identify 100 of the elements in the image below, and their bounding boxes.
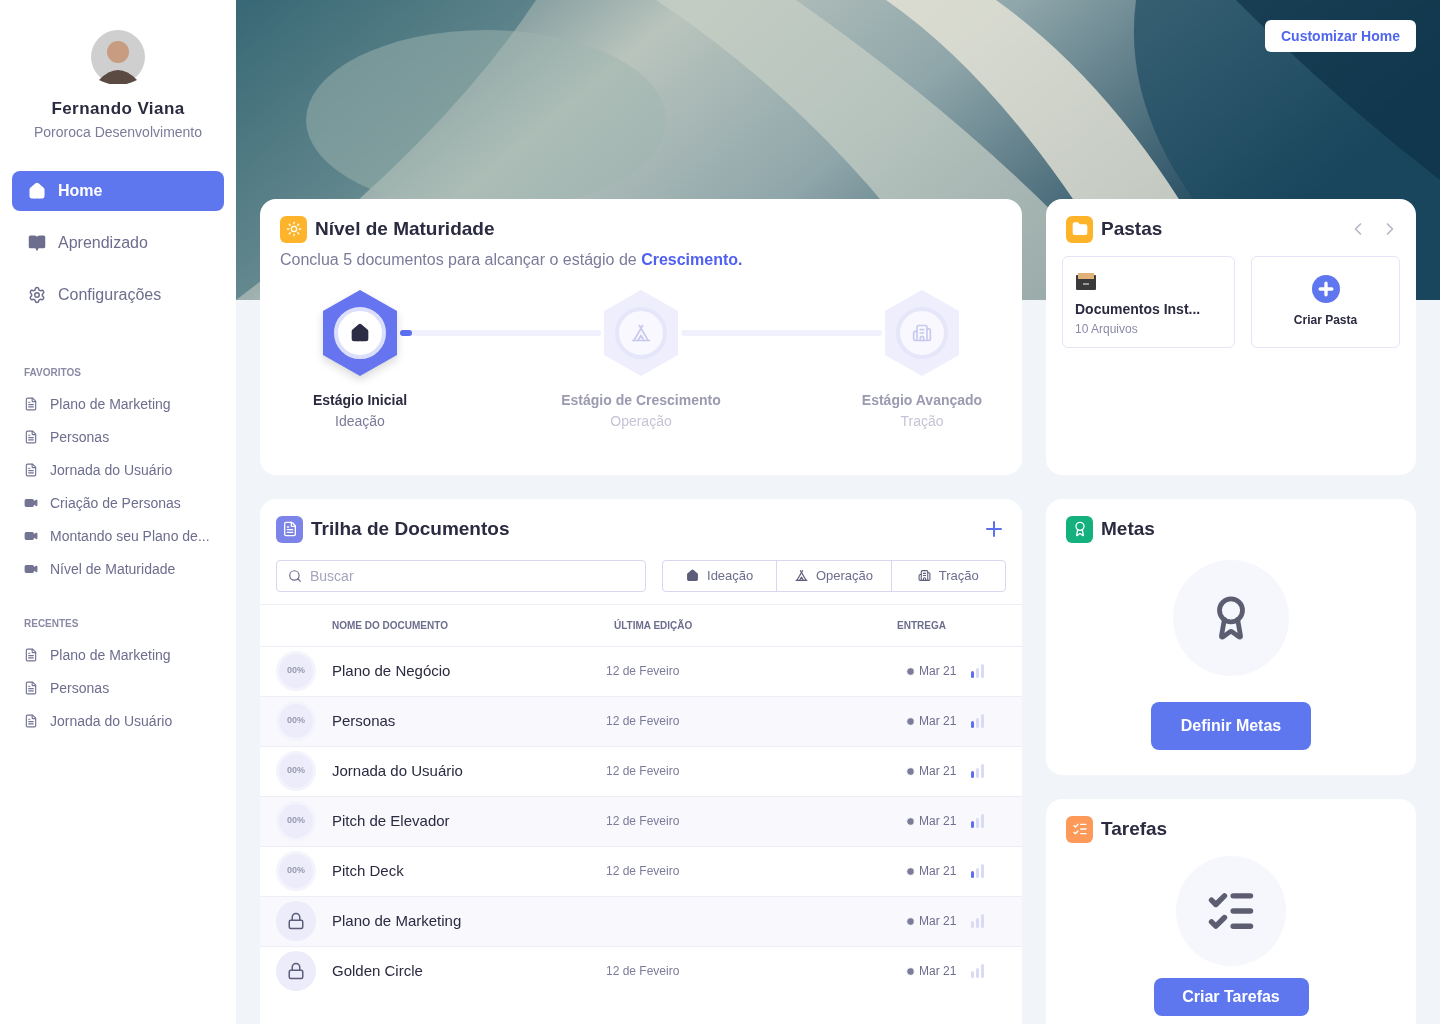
lock-icon	[276, 901, 316, 941]
document-row[interactable]: 00% Personas 12 de Feveiro Mar 21	[260, 695, 1022, 746]
home-icon	[28, 181, 46, 200]
search-field[interactable]: Buscar	[276, 559, 646, 592]
due-date: Mar 21	[919, 963, 958, 980]
file-cabinet-icon	[1075, 272, 1097, 291]
document-icon	[24, 714, 38, 728]
document-icon	[24, 430, 38, 444]
customize-button[interactable]: Customizar Home	[1264, 20, 1416, 52]
stage-title: Estágio de Crescimento	[561, 390, 721, 410]
building-icon	[917, 569, 931, 582]
signal-bars-icon	[971, 664, 985, 678]
document-icon	[24, 648, 38, 662]
nav-item[interactable]: Aprendizado	[12, 222, 224, 263]
folder-name: Documentos Inst...	[1075, 299, 1202, 319]
card-title: Nível de Maturidade	[315, 217, 495, 241]
edited-date: 12 de Feveiro	[606, 763, 681, 780]
filter-button[interactable]: Tração	[890, 560, 1005, 591]
stage-subtitle: Tração	[900, 411, 944, 431]
signal-bars-icon	[971, 964, 985, 978]
sidebar-link[interactable]: Personas	[12, 671, 224, 705]
document-name: Pitch Deck	[332, 860, 405, 881]
sidebar-link[interactable]: Personas	[12, 420, 224, 454]
document-name: Jornada do Usuário	[332, 760, 464, 781]
nav-item[interactable]: Home	[12, 170, 224, 211]
sidebar-link[interactable]: Plano de Marketing	[12, 387, 224, 421]
video-icon	[24, 529, 38, 543]
progress-ring: 00%	[276, 651, 316, 691]
tent-icon	[794, 569, 808, 582]
file-count: 10 Arquivos	[1075, 320, 1139, 338]
document-name: Plano de Marketing	[332, 910, 463, 931]
section-heading: FAVORITOS	[23, 365, 82, 380]
profile-name: Fernando Viana	[51, 98, 185, 120]
column-header: ÚLTIMA EDIÇÃO	[614, 618, 694, 633]
document-name: Pitch de Elevador	[332, 810, 451, 831]
sidebar-link[interactable]: Jornada do Usuário	[12, 704, 224, 738]
signal-bars-icon	[971, 914, 985, 928]
search-icon	[288, 568, 302, 583]
home-icon	[686, 569, 700, 582]
nav-item[interactable]: Configurações	[12, 274, 224, 315]
sidebar-link[interactable]: Criação de Personas	[12, 486, 224, 520]
stage-title: Estágio Inicial	[312, 390, 408, 410]
sun-icon	[280, 215, 307, 243]
document-row[interactable]: 00% Pitch de Elevador 12 de Feveiro Mar 21	[260, 795, 1022, 846]
building-icon	[912, 322, 932, 343]
due-date: Mar 21	[919, 863, 958, 880]
progress-ring: 00%	[276, 851, 316, 891]
folder-icon	[1066, 215, 1093, 243]
edited-date: 12 de Feveiro	[606, 813, 681, 830]
create-tasks-button[interactable]: Criar Tarefas	[1153, 977, 1309, 1016]
filter-button[interactable]: Operação	[776, 560, 891, 591]
card-title: Tarefas	[1101, 817, 1168, 841]
document-name: Plano de Negócio	[332, 660, 452, 681]
stage-subtitle: Operação	[610, 411, 672, 431]
progress-ring: 00%	[276, 701, 316, 741]
document-icon	[24, 681, 38, 695]
filter-button[interactable]: Ideação	[663, 560, 777, 591]
plus-icon	[1311, 274, 1340, 303]
document-row[interactable]: Plano de Marketing Mar 21	[260, 895, 1022, 946]
document-name: Golden Circle	[332, 960, 424, 981]
edited-date: 12 de Feveiro	[606, 713, 681, 730]
document-name: Personas	[332, 710, 397, 731]
create-folder-button[interactable]: Criar Pasta	[1251, 255, 1400, 348]
profile-company: Pororoca Desenvolvimento	[33, 122, 203, 142]
due-date: Mar 21	[919, 913, 958, 930]
column-header: NOME DO DOCUMENTO	[332, 618, 449, 633]
sidebar-link[interactable]: Plano de Marketing	[12, 638, 224, 672]
video-icon	[24, 496, 38, 510]
progress-ring: 00%	[276, 751, 316, 791]
card-title: Pastas	[1101, 217, 1163, 241]
due-date: Mar 21	[919, 713, 958, 730]
maturity-description: Conclua 5 documentos para alcançar o estágio de Crescimento.	[280, 249, 744, 270]
sidebar-link[interactable]: Jornada do Usuário	[12, 453, 224, 487]
document-icon	[24, 397, 38, 411]
edited-date: 12 de Feveiro	[606, 963, 681, 980]
signal-bars-icon	[971, 764, 985, 778]
signal-bars-icon	[971, 814, 985, 828]
settings-icon	[28, 285, 46, 304]
due-date: Mar 21	[919, 663, 958, 680]
due-date: Mar 21	[919, 813, 958, 830]
document-icon	[276, 515, 303, 543]
signal-bars-icon	[971, 864, 985, 878]
progress-ring: 00%	[276, 801, 316, 841]
signal-bars-icon	[971, 714, 985, 728]
sidebar-link[interactable]: Nível de Maturidade	[12, 552, 224, 586]
folder-tile[interactable]: Documentos Inst... 10 Arquivos	[1062, 255, 1235, 348]
edited-date: 12 de Feveiro	[606, 863, 681, 880]
stage-subtitle: Ideação	[335, 411, 385, 431]
define-goals-button[interactable]: Definir Metas	[1151, 701, 1311, 750]
section-heading: RECENTES	[23, 616, 80, 631]
lock-icon	[276, 951, 316, 991]
card-title: Metas	[1101, 517, 1155, 541]
edited-date: 12 de Feveiro	[606, 663, 681, 680]
due-date: Mar 21	[919, 763, 958, 780]
stage-title: Estágio Avançado	[861, 390, 983, 410]
sidebar-link[interactable]: Montando seu Plano de...	[12, 519, 224, 553]
card-title: Trilha de Documentos	[311, 517, 510, 541]
tent-icon	[631, 322, 651, 343]
home-icon	[350, 322, 370, 343]
avatar	[91, 30, 145, 84]
